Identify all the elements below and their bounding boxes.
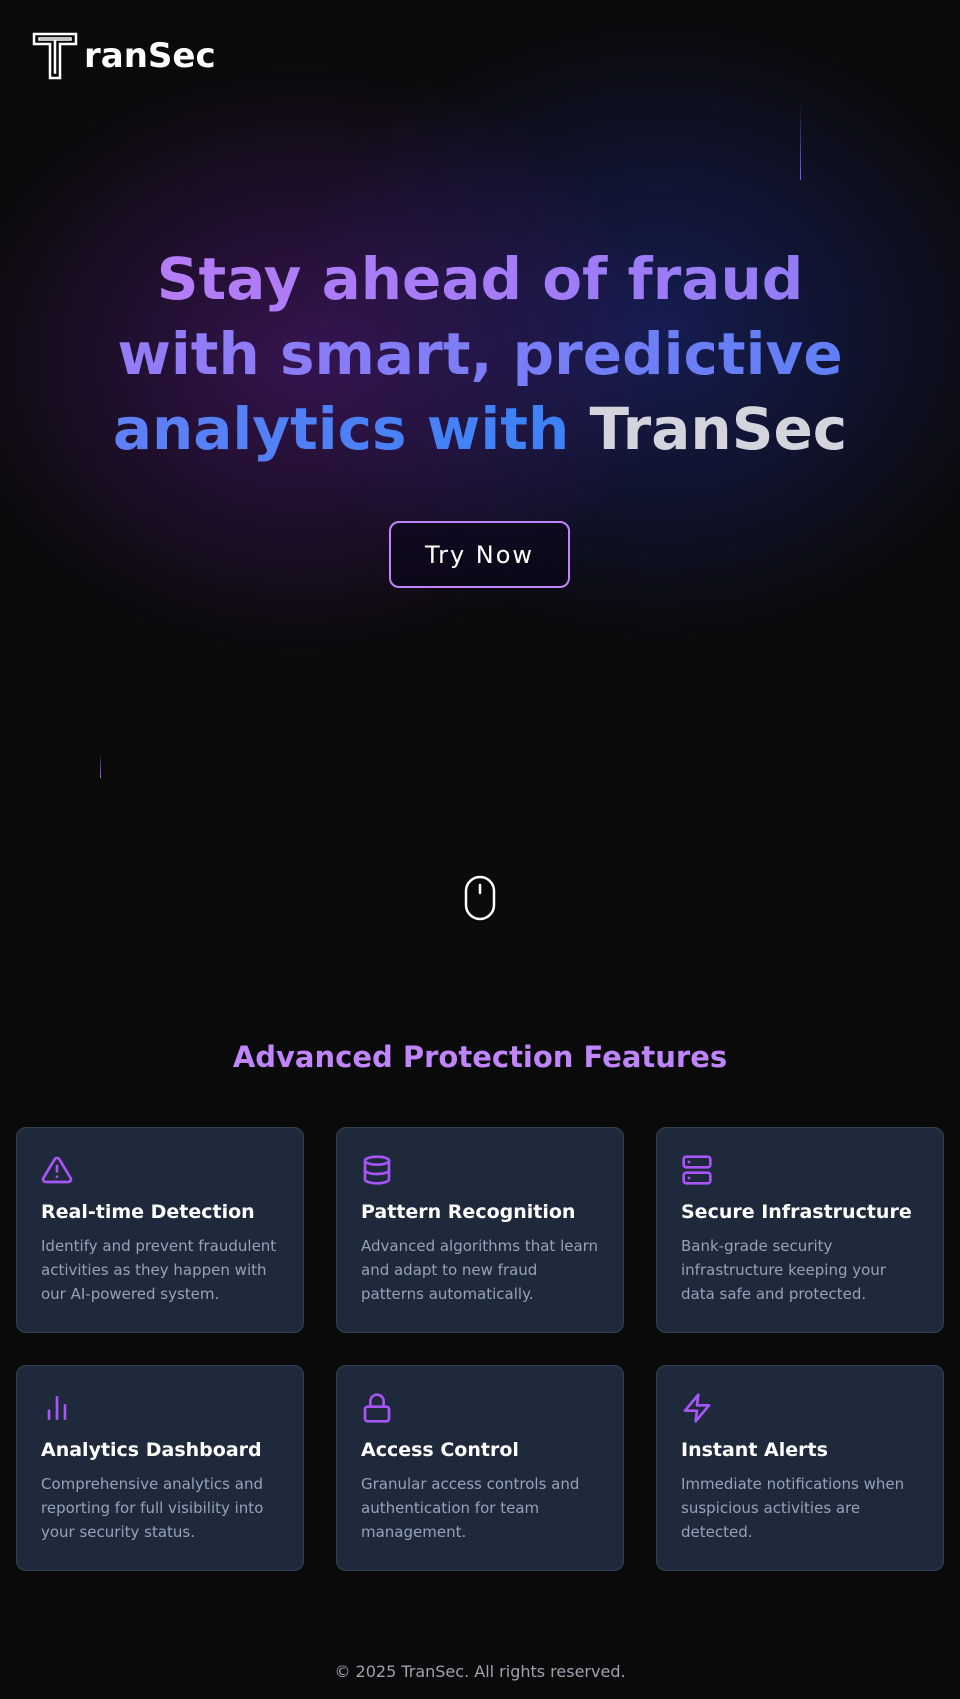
feature-title: Pattern Recognition (361, 1201, 576, 1223)
feature-title: Access Control (361, 1439, 519, 1461)
feature-description: Bank-grade security infrastructure keepi… (681, 1237, 886, 1303)
decorative-line (800, 104, 801, 180)
feature-title: Real-time Detection (41, 1201, 255, 1223)
feature-card-real-time-detection: Real-time Detection Identify and prevent… (16, 1127, 304, 1333)
zap-icon (683, 1393, 711, 1423)
feature-description: Identify and prevent fraudulent activiti… (41, 1237, 277, 1303)
feature-card-access-control: Access Control Granular access controls … (336, 1365, 624, 1571)
database-icon (363, 1155, 391, 1185)
hero-headline: Stay ahead of fraud with smart, predicti… (100, 242, 860, 467)
alert-triangle-icon (41, 1156, 73, 1184)
feature-title: Secure Infrastructure (681, 1201, 912, 1223)
logo-t-icon (32, 32, 78, 80)
features-title: Advanced Protection Features (232, 1040, 728, 1074)
lock-icon (363, 1393, 391, 1423)
feature-title: Instant Alerts (681, 1439, 828, 1461)
decorative-line (100, 756, 101, 778)
feature-card-analytics-dashboard: Analytics Dashboard Comprehensive analyt… (16, 1365, 304, 1571)
logo[interactable]: ranSec (32, 32, 216, 80)
footer-copyright: © 2025 TranSec. All rights reserved. (334, 1662, 626, 1681)
hero-section: ranSec Stay ahead of fraud with smart, p… (0, 0, 960, 820)
feature-card-instant-alerts: Instant Alerts Immediate notifications w… (656, 1365, 944, 1571)
feature-description: Granular access controls and authenticat… (361, 1475, 580, 1541)
feature-description: Immediate notifications when suspicious … (681, 1475, 905, 1541)
feature-title: Analytics Dashboard (41, 1439, 262, 1461)
brand-name: ranSec (84, 36, 216, 76)
feature-card-secure-infrastructure: Secure Infrastructure Bank-grade securit… (656, 1127, 944, 1333)
server-icon (682, 1155, 712, 1185)
scroll-mouse-icon (464, 875, 496, 921)
feature-card-pattern-recognition: Pattern Recognition Advanced algorithms … (336, 1127, 624, 1333)
bar-chart-icon (47, 1396, 67, 1420)
feature-description: Advanced algorithms that learn and adapt… (361, 1237, 599, 1303)
feature-description: Comprehensive analytics and reporting fo… (41, 1475, 264, 1541)
headline-brand-text: TranSec (589, 395, 848, 463)
try-now-button[interactable]: Try Now (389, 521, 570, 588)
